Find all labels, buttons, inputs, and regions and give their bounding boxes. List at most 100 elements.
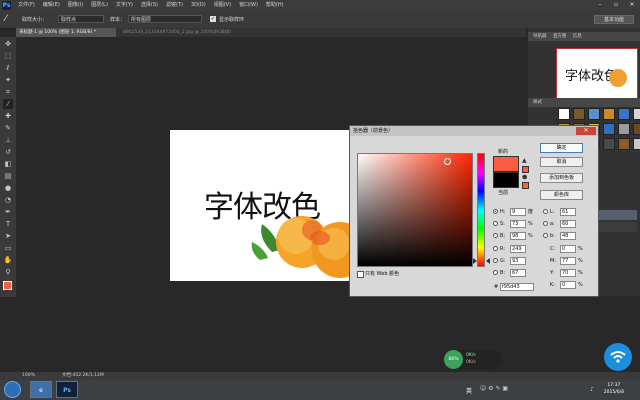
style-swatch[interactable]: [603, 138, 615, 150]
style-swatch[interactable]: [618, 108, 630, 120]
web-safe-swatch[interactable]: [522, 182, 529, 189]
style-swatch[interactable]: [633, 108, 640, 120]
eyedropper-tool-icon[interactable]: ⁄: [5, 14, 7, 24]
start-button-icon[interactable]: [4, 381, 21, 398]
b-radio[interactable]: [493, 233, 498, 238]
a-radio[interactable]: [543, 221, 548, 226]
l-field[interactable]: 61: [560, 208, 576, 216]
zoom-tool-icon[interactable]: ⚲: [3, 267, 13, 277]
gamut-warning-icon[interactable]: ▲: [522, 157, 527, 164]
clone-stamp-tool-icon[interactable]: ⊥: [3, 135, 13, 145]
brush-tool-icon[interactable]: ✎: [3, 123, 13, 133]
crop-tool-icon[interactable]: ⌗: [3, 87, 13, 97]
gradient-tool-icon[interactable]: ▤: [3, 171, 13, 181]
hue-arrow-left-icon[interactable]: [473, 258, 477, 264]
menu-select[interactable]: 选择(S): [141, 0, 158, 11]
lab-b-radio[interactable]: [543, 233, 548, 238]
gamut-swatch[interactable]: [522, 166, 529, 173]
ime-indicator[interactable]: 英: [466, 386, 472, 395]
blur-tool-icon[interactable]: ●: [3, 183, 13, 193]
tab-histogram[interactable]: 直方图: [553, 34, 567, 39]
h-radio[interactable]: [493, 209, 498, 214]
workspace-select[interactable]: 基本功能: [594, 15, 634, 24]
menu-view[interactable]: 视图(V): [214, 0, 231, 11]
current-color-swatch[interactable]: [493, 172, 519, 188]
hand-tool-icon[interactable]: ✋: [3, 255, 13, 265]
hex-field[interactable]: f95d43: [500, 283, 534, 291]
cancel-button[interactable]: 取消: [540, 157, 583, 167]
menu-image[interactable]: 图像(I): [68, 0, 83, 11]
lasso-tool-icon[interactable]: ℓ: [3, 63, 13, 73]
add-to-swatches-button[interactable]: 添加到色板: [540, 173, 583, 183]
m-field[interactable]: 77: [560, 257, 576, 265]
tray-icons[interactable]: ☺ ⚙ ✎ ▣: [480, 385, 508, 392]
eyedropper-tool-icon[interactable]: ⁄: [3, 99, 13, 109]
b-field[interactable]: 98: [510, 232, 526, 240]
tab-navigator[interactable]: 导航器: [533, 34, 547, 39]
saturation-brightness-field[interactable]: [357, 153, 473, 267]
style-swatch[interactable]: [603, 123, 615, 135]
marquee-tool-icon[interactable]: ⬚: [3, 51, 13, 61]
tab-untitled[interactable]: 未标题-1 @ 100% (图层 1, RGB/8) *: [16, 28, 116, 37]
sample-select[interactable]: 所有图层: [128, 15, 202, 23]
sample-size-select[interactable]: 取样点: [58, 15, 104, 23]
menu-filter[interactable]: 滤镜(T): [166, 0, 183, 11]
minimize-icon[interactable]: –: [594, 1, 606, 9]
type-tool-icon[interactable]: T: [3, 219, 13, 229]
zoom-level[interactable]: 100%: [22, 372, 35, 380]
network-speed-widget[interactable]: 86% 0K/s 0K/s: [444, 350, 502, 369]
style-swatch[interactable]: [588, 108, 600, 120]
menu-window[interactable]: 窗口(W): [239, 0, 258, 11]
hue-slider[interactable]: [477, 153, 485, 267]
close-icon[interactable]: ✕: [576, 127, 596, 135]
color-libraries-button[interactable]: 颜色库: [540, 190, 583, 200]
menu-3d[interactable]: 3D(D): [191, 0, 206, 11]
menu-layer[interactable]: 图层(L): [91, 0, 108, 11]
menu-file[interactable]: 文件(F): [18, 0, 35, 11]
s-radio[interactable]: [493, 221, 498, 226]
menu-type[interactable]: 文字(Y): [116, 0, 133, 11]
k-field[interactable]: 0: [560, 281, 576, 289]
wifi-icon[interactable]: [604, 343, 632, 371]
tab-jpg[interactable]: 8952533_213244975000_2.jpg @ 100%(RGB/8): [120, 28, 290, 37]
style-swatch[interactable]: [618, 123, 630, 135]
style-swatch[interactable]: [603, 108, 615, 120]
style-swatch[interactable]: [573, 108, 585, 120]
restore-icon[interactable]: ▫: [610, 1, 622, 9]
l-radio[interactable]: [543, 209, 548, 214]
web-only-checkbox[interactable]: [357, 271, 364, 278]
pen-tool-icon[interactable]: ✒: [3, 207, 13, 217]
blue-radio[interactable]: [493, 270, 498, 275]
web-safe-icon[interactable]: ⬢: [522, 174, 527, 181]
menu-help[interactable]: 帮助(H): [266, 0, 284, 11]
s-field[interactable]: 73: [510, 220, 526, 228]
g-radio[interactable]: [493, 258, 498, 263]
navigator-preview[interactable]: 字体改色: [556, 48, 638, 100]
path-selection-tool-icon[interactable]: ➤: [3, 231, 13, 241]
y-field[interactable]: 70: [560, 269, 576, 277]
history-brush-tool-icon[interactable]: ↺: [3, 147, 13, 157]
show-ring-checkbox[interactable]: ✓: [210, 16, 216, 22]
photoshop-taskbar-button[interactable]: Ps: [56, 381, 78, 398]
shape-tool-icon[interactable]: ▭: [3, 243, 13, 253]
style-swatch[interactable]: [633, 138, 640, 150]
close-icon[interactable]: ✕: [626, 1, 638, 9]
g-field[interactable]: 93: [510, 257, 526, 265]
color-selector-ring[interactable]: [444, 158, 451, 165]
style-swatch[interactable]: [633, 123, 640, 135]
lab-b-field[interactable]: 48: [560, 232, 576, 240]
magic-wand-tool-icon[interactable]: ✦: [3, 75, 13, 85]
volume-icon[interactable]: ♪: [590, 386, 594, 393]
style-swatch[interactable]: [558, 108, 570, 120]
blue-field[interactable]: 67: [510, 269, 526, 277]
move-tool-icon[interactable]: ✥: [3, 39, 13, 49]
foreground-color-swatch[interactable]: [3, 281, 12, 290]
a-field[interactable]: 60: [560, 220, 576, 228]
r-field[interactable]: 249: [510, 245, 526, 253]
hue-arrow-right-icon[interactable]: [486, 258, 490, 264]
dodge-tool-icon[interactable]: ◔: [3, 195, 13, 205]
tab-info[interactable]: 信息: [573, 34, 582, 39]
h-field[interactable]: 9: [510, 208, 526, 216]
menu-edit[interactable]: 编辑(E): [43, 0, 60, 11]
tab-styles[interactable]: 样式: [533, 100, 542, 105]
